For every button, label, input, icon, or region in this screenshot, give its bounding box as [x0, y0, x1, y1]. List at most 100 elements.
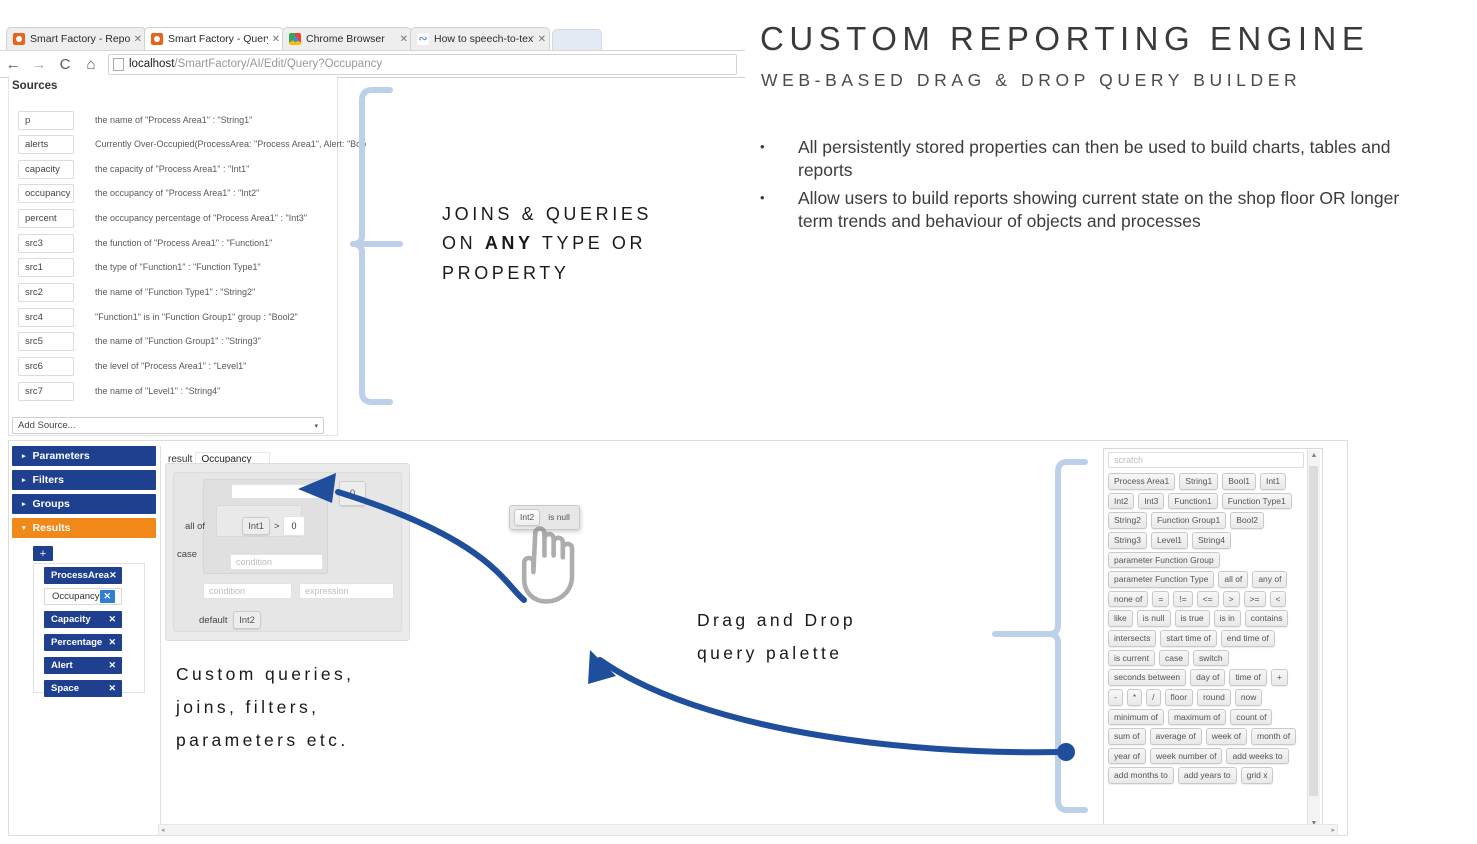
- palette-chip[interactable]: time of: [1229, 669, 1267, 686]
- source-key[interactable]: occupancy: [18, 184, 74, 203]
- palette-chip[interactable]: String3: [1108, 531, 1147, 549]
- palette-chip[interactable]: Function Group1: [1150, 512, 1227, 529]
- palette-chip[interactable]: +: [1270, 669, 1288, 686]
- palette-chip[interactable]: like: [1108, 610, 1133, 627]
- result-item-alert[interactable]: Alert ✕: [44, 657, 122, 674]
- outer-expression-field[interactable]: expression: [299, 583, 394, 599]
- palette-chip[interactable]: sum of: [1108, 728, 1146, 745]
- palette-chip[interactable]: case: [1158, 649, 1189, 667]
- palette-chip[interactable]: is true: [1174, 610, 1210, 627]
- scratch-input[interactable]: scratch: [1108, 452, 1304, 468]
- palette-chip[interactable]: parameter Function Group: [1108, 551, 1220, 569]
- result-item-occupancy[interactable]: Occupancy ✕: [44, 588, 122, 605]
- palette-chip[interactable]: String2: [1108, 512, 1147, 529]
- new-tab-button[interactable]: [552, 29, 602, 52]
- inner-condition-field[interactable]: condition: [230, 554, 323, 570]
- source-row[interactable]: occupancy: [18, 184, 74, 203]
- palette-chip[interactable]: /: [1146, 688, 1161, 706]
- add-source-select[interactable]: Add Source... ▾: [12, 417, 324, 434]
- close-icon[interactable]: ✕: [538, 34, 546, 45]
- palette-chip[interactable]: average of: [1149, 728, 1202, 745]
- palette-chip[interactable]: intersects: [1108, 630, 1157, 647]
- palette-chip[interactable]: >=: [1243, 590, 1266, 608]
- sidebar-item-groups[interactable]: ▸ Groups: [12, 494, 156, 514]
- palette-chip[interactable]: none of: [1108, 590, 1149, 608]
- palette-scrollbar[interactable]: ▲ ▼: [1307, 450, 1320, 830]
- source-key[interactable]: percent: [18, 209, 74, 228]
- palette-chip[interactable]: Int2: [1108, 492, 1135, 510]
- palette-chip[interactable]: add months to: [1108, 767, 1174, 784]
- palette-chip[interactable]: grid x: [1240, 767, 1274, 784]
- palette-chip[interactable]: add weeks to: [1226, 747, 1289, 765]
- palette-chip[interactable]: parameter Function Type: [1108, 571, 1215, 588]
- home-icon[interactable]: ⌂: [83, 57, 99, 72]
- source-key[interactable]: src2: [18, 283, 74, 302]
- palette-chip[interactable]: start time of: [1160, 630, 1217, 647]
- source-row[interactable]: p: [18, 111, 74, 130]
- palette-chip[interactable]: Bool2: [1230, 512, 1265, 529]
- browser-tab-1[interactable]: Smart Factory - Query Edi ✕: [144, 27, 284, 50]
- sidebar-item-parameters[interactable]: ▸ Parameters: [12, 446, 156, 466]
- palette-chip[interactable]: >: [1222, 590, 1240, 608]
- palette-chip[interactable]: =: [1152, 590, 1170, 608]
- palette-chip[interactable]: contains: [1244, 610, 1289, 627]
- drag-ghost[interactable]: Int2 is null: [509, 505, 580, 530]
- source-row[interactable]: src3: [18, 234, 74, 253]
- result-item-percentage[interactable]: Percentage ✕: [44, 634, 122, 651]
- case-value-button[interactable]: 0: [339, 481, 366, 506]
- palette-chip[interactable]: Int1: [1259, 473, 1287, 490]
- palette-chip[interactable]: switch: [1192, 649, 1229, 667]
- palette-chip[interactable]: <=: [1196, 590, 1219, 608]
- source-key[interactable]: src1: [18, 258, 74, 277]
- palette-chip[interactable]: Process Area1: [1108, 473, 1176, 490]
- palette-chip[interactable]: String1: [1179, 473, 1219, 490]
- palette-chip[interactable]: Level1: [1150, 531, 1188, 549]
- palette-chip[interactable]: String4: [1192, 531, 1231, 549]
- palette-chip[interactable]: Function1: [1168, 492, 1218, 510]
- palette-chip[interactable]: maximum of: [1167, 708, 1227, 726]
- reload-icon[interactable]: C: [57, 57, 73, 72]
- source-key[interactable]: src6: [18, 357, 74, 376]
- source-key[interactable]: src5: [18, 332, 74, 351]
- source-row[interactable]: src5: [18, 332, 74, 351]
- palette-chip[interactable]: floor: [1164, 688, 1194, 706]
- palette-chip[interactable]: round: [1197, 688, 1231, 706]
- source-row[interactable]: percent: [18, 209, 74, 228]
- palette-chip[interactable]: -: [1108, 688, 1123, 706]
- palette-chip[interactable]: year of: [1108, 747, 1146, 765]
- palette-chip[interactable]: is current: [1108, 649, 1155, 667]
- palette-chip[interactable]: *: [1126, 688, 1143, 706]
- source-key[interactable]: alerts: [18, 135, 74, 154]
- source-row[interactable]: src1: [18, 258, 74, 277]
- palette-chip[interactable]: <: [1269, 590, 1287, 608]
- palette-chip[interactable]: week number of: [1150, 747, 1223, 765]
- close-icon[interactable]: ✕: [272, 34, 280, 45]
- palette-chip[interactable]: all of: [1218, 571, 1249, 588]
- palette-chip[interactable]: Bool1: [1222, 473, 1256, 490]
- close-icon[interactable]: ✕: [134, 34, 142, 45]
- remove-icon[interactable]: ✕: [99, 590, 116, 603]
- palette-chip[interactable]: count of: [1230, 708, 1273, 726]
- palette-chip[interactable]: any of: [1252, 571, 1288, 588]
- palette-chip[interactable]: Int3: [1138, 492, 1165, 510]
- browser-tab-3[interactable]: ∾ How to speech-to-text in ✕: [410, 27, 550, 50]
- result-item-capacity[interactable]: Capacity ✕: [44, 611, 122, 628]
- source-row[interactable]: src2: [18, 283, 74, 302]
- source-key[interactable]: src4: [18, 308, 74, 327]
- palette-chip[interactable]: is null: [1136, 610, 1171, 627]
- scroll-left-icon[interactable]: ◂: [161, 826, 165, 834]
- forward-icon[interactable]: →: [31, 57, 47, 72]
- default-value-chip[interactable]: Int2: [233, 611, 261, 629]
- add-result-button[interactable]: +: [33, 546, 53, 561]
- palette-chip[interactable]: day of: [1190, 669, 1226, 686]
- browser-tab-0[interactable]: Smart Factory - Report ✕: [6, 27, 146, 50]
- source-key[interactable]: capacity: [18, 160, 74, 179]
- source-row[interactable]: capacity: [18, 160, 74, 179]
- browser-tab-2[interactable]: Chrome Browser ✕: [282, 27, 412, 50]
- palette-chip[interactable]: !=: [1173, 590, 1193, 608]
- scroll-up-icon[interactable]: ▲: [1308, 452, 1320, 459]
- source-row[interactable]: src7: [18, 382, 74, 401]
- remove-icon[interactable]: ✕: [108, 683, 116, 694]
- scrollbar-thumb[interactable]: [1309, 466, 1318, 796]
- palette-chip[interactable]: minimum of: [1108, 708, 1164, 726]
